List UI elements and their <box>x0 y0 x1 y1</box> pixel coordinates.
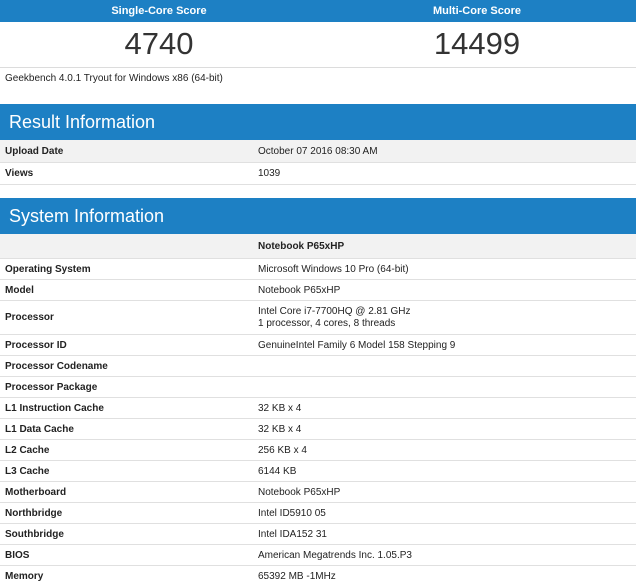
table-row: Processor Intel Core i7-7700HQ @ 2.81 GH… <box>0 301 636 335</box>
result-info-header: Result Information <box>0 104 636 140</box>
table-row: L3 Cache 6144 KB <box>0 461 636 482</box>
row-value: October 07 2016 08:30 AM <box>258 146 378 157</box>
row-key: Processor Package <box>5 382 98 393</box>
row-value: Microsoft Windows 10 Pro (64-bit) <box>258 264 409 275</box>
row-key: Northbridge <box>5 508 63 519</box>
table-row: L1 Data Cache 32 KB x 4 <box>0 419 636 440</box>
row-key: Motherboard <box>5 487 67 498</box>
row-value: 256 KB x 4 <box>258 445 307 456</box>
table-row: Processor Codename <box>0 356 636 377</box>
table-row: BIOS American Megatrends Inc. 1.05.P3 <box>0 545 636 566</box>
table-row: Views 1039 <box>0 163 636 185</box>
row-key: Operating System <box>5 264 91 275</box>
single-core-score: 4740 <box>124 26 194 61</box>
row-key: Views <box>5 168 34 179</box>
row-value: 65392 MB -1MHz <box>258 571 336 582</box>
row-key: L1 Instruction Cache <box>5 403 104 414</box>
table-row: Southbridge Intel IDA152 31 <box>0 524 636 545</box>
row-key: Processor <box>5 312 54 323</box>
multi-core-label: Multi-Core Score <box>432 5 521 17</box>
result-info-title: Result Information <box>9 112 156 132</box>
row-key: Processor ID <box>5 340 67 351</box>
table-row: Motherboard Notebook P65xHP <box>0 482 636 503</box>
row-value: Notebook P65xHP <box>258 285 341 296</box>
table-row: Processor Package <box>0 377 636 398</box>
row-value: 32 KB x 4 <box>258 424 302 435</box>
table-row: Northbridge Intel ID5910 05 <box>0 503 636 524</box>
table-row: Memory 65392 MB -1MHz <box>0 566 636 587</box>
row-key: L2 Cache <box>5 445 50 456</box>
row-value: 1039 <box>258 168 281 179</box>
table-row: Model Notebook P65xHP <box>0 280 636 301</box>
system-header-row: Notebook P65xHP <box>0 234 636 259</box>
row-key: Upload Date <box>5 146 64 157</box>
row-value-secondary: 1 processor, 4 cores, 8 threads <box>258 318 396 329</box>
system-header-value: Notebook P65xHP <box>258 241 345 252</box>
row-key: L3 Cache <box>5 466 50 477</box>
row-value: Intel Core i7-7700HQ @ 2.81 GHz <box>258 306 411 317</box>
table-row: Upload Date October 07 2016 08:30 AM <box>0 140 636 163</box>
row-key: BIOS <box>5 550 30 561</box>
row-value: 32 KB x 4 <box>258 403 302 414</box>
row-key: L1 Data Cache <box>5 424 74 435</box>
row-key: Model <box>5 285 34 296</box>
table-row: L2 Cache 256 KB x 4 <box>0 440 636 461</box>
score-values: 4740 14499 <box>0 22 636 66</box>
single-core-label: Single-Core Score <box>111 5 207 17</box>
score-header: Single-Core Score Multi-Core Score <box>0 0 636 22</box>
row-value: Intel IDA152 31 <box>258 529 327 540</box>
row-value: American Megatrends Inc. 1.05.P3 <box>258 550 412 561</box>
row-value: Intel ID5910 05 <box>258 508 326 519</box>
multi-core-score: 14499 <box>433 26 521 61</box>
table-row: Processor ID GenuineIntel Family 6 Model… <box>0 335 636 356</box>
row-value: Notebook P65xHP <box>258 487 341 498</box>
divider <box>0 67 636 68</box>
system-info-header: System Information <box>0 198 636 234</box>
row-key: Memory <box>5 571 44 582</box>
row-value: 6144 KB <box>258 466 297 477</box>
row-value: GenuineIntel Family 6 Model 158 Stepping… <box>258 340 456 351</box>
system-info-title: System Information <box>9 206 165 226</box>
version-text: Geekbench 4.0.1 Tryout for Windows x86 (… <box>5 73 223 84</box>
table-row: L1 Instruction Cache 32 KB x 4 <box>0 398 636 419</box>
table-row: Operating System Microsoft Windows 10 Pr… <box>0 259 636 280</box>
row-key: Southbridge <box>5 529 64 540</box>
row-key: Processor Codename <box>5 361 108 372</box>
